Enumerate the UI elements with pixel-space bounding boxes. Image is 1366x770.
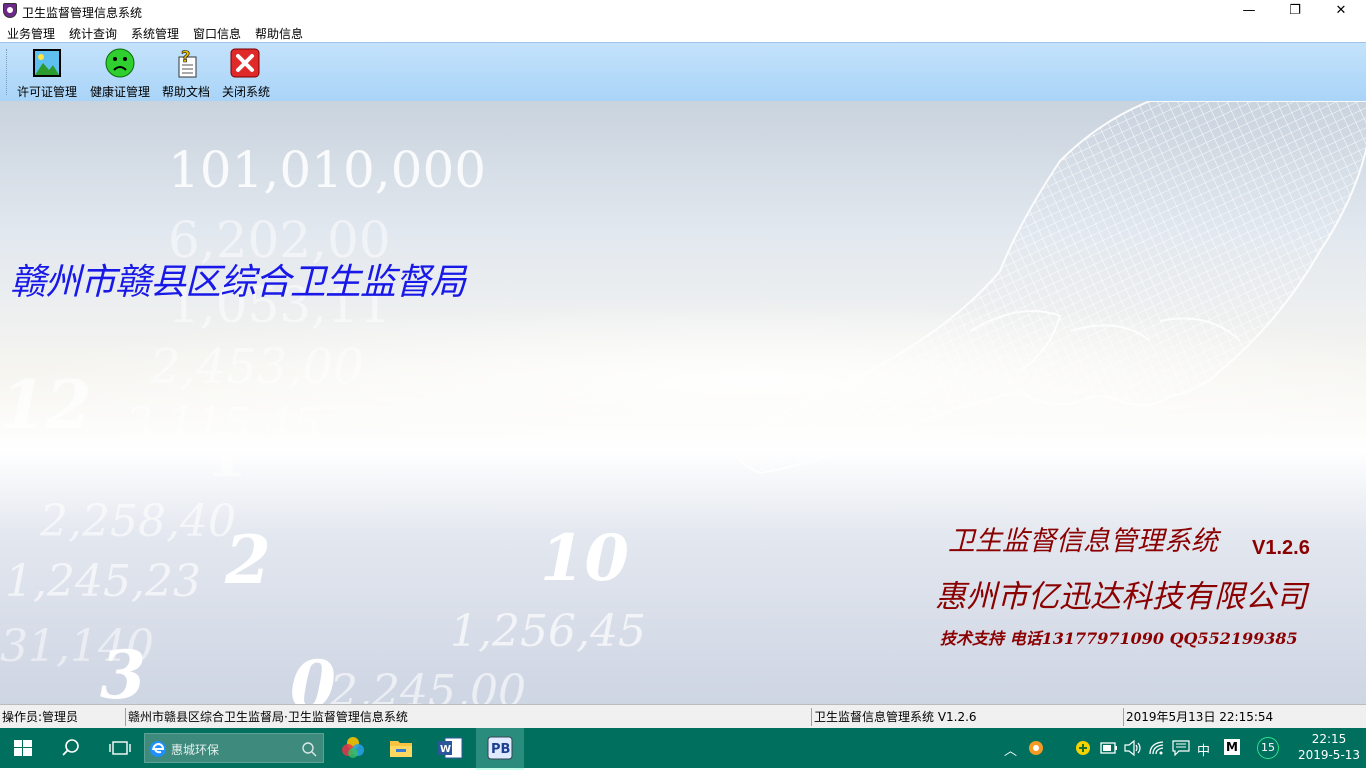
bg-number: 1,256,45 <box>450 606 646 657</box>
menu-help[interactable]: 帮助信息 <box>255 25 303 42</box>
bg-number: 2,258,40 <box>40 496 236 547</box>
status-system-version: 卫生监督信息管理系统 V1.2.6 <box>812 708 1124 726</box>
bg-number: 2,453,00 <box>150 339 364 395</box>
windows-start-icon[interactable] <box>14 740 32 756</box>
version-label: V1.2.6 <box>1252 537 1310 559</box>
license-management-label: 许可证管理 <box>16 85 77 99</box>
splash-background: 101,010,000 6,202,00 1,053,11 2,453,00 3… <box>0 101 1366 704</box>
close-system-button[interactable]: 关闭系统 <box>218 46 274 100</box>
organization-title: 赣州市赣县区综合卫生监督局 <box>10 262 466 303</box>
search-placeholder: 惠城环保 <box>171 743 220 757</box>
red-close-icon <box>230 48 260 78</box>
file-explorer-icon[interactable] <box>389 737 413 759</box>
toolbar-grip[interactable] <box>6 49 10 95</box>
search-icon <box>302 742 317 757</box>
taskbar-clock[interactable]: 22:15 2019-5-13 <box>1296 731 1362 763</box>
word-app-icon[interactable]: W <box>437 736 463 760</box>
menu-statistics[interactable]: 统计查询 <box>69 25 117 42</box>
bg-number: 1 <box>205 421 247 491</box>
sad-face-icon <box>105 48 135 78</box>
menu-business[interactable]: 业务管理 <box>7 25 55 42</box>
bg-number: 12 <box>0 366 92 444</box>
svg-text:W: W <box>440 744 451 755</box>
help-document-label: 帮助文档 <box>161 85 210 99</box>
health-certificate-button[interactable]: 健康证管理 <box>86 46 154 100</box>
notification-count-badge[interactable]: 15 <box>1257 737 1279 759</box>
show-hidden-icons-chevron[interactable]: ︿ <box>1004 740 1017 759</box>
status-bar: 操作员:管理员 赣州市赣县区综合卫生监督局·卫生监督管理信息系统 卫生监督信息管… <box>0 704 1366 729</box>
edge-browser-icon <box>150 741 166 757</box>
svg-text:?: ? <box>181 48 190 66</box>
menu-window[interactable]: 窗口信息 <box>193 25 241 42</box>
bg-number: 101,010,000 <box>168 141 487 199</box>
notification-message-icon[interactable] <box>1172 740 1190 756</box>
help-document-icon: ? <box>178 48 197 78</box>
close-system-label: 关闭系统 <box>221 85 270 99</box>
close-button[interactable]: ✕ <box>1318 0 1364 22</box>
license-management-button[interactable]: 许可证管理 <box>14 46 80 100</box>
technical-support: 技术支持 电话13177971090 QQ552199385 <box>940 629 1298 648</box>
color-wheel-app-icon[interactable] <box>341 736 365 760</box>
menu-bar: 业务管理 统计查询 系统管理 窗口信息 帮助信息 <box>0 22 1366 42</box>
status-org-system: 赣州市赣县区综合卫生监督局·卫生监督管理信息系统 <box>126 708 812 726</box>
battery-icon[interactable] <box>1100 741 1118 755</box>
svg-text:PB: PB <box>491 742 510 757</box>
menu-system[interactable]: 系统管理 <box>131 25 179 42</box>
search-icon[interactable] <box>62 739 80 757</box>
window-title: 卫生监督管理信息系统 <box>22 6 143 20</box>
minimize-button[interactable]: — <box>1226 0 1272 22</box>
status-operator: 操作员:管理员 <box>0 708 126 726</box>
title-bar: 卫生监督管理信息系统 — ❐ ✕ <box>0 0 1366 22</box>
plus-tray-icon[interactable] <box>1075 740 1091 756</box>
active-app-taskbar-item[interactable]: PB <box>476 728 524 770</box>
bg-number: 1,245,23 <box>5 556 201 607</box>
orange-tray-app-icon[interactable] <box>1028 740 1044 756</box>
bg-number: 10 <box>540 521 630 596</box>
toolbar: 许可证管理 健康证管理 ? 帮助文档 关闭系统 <box>0 42 1366 102</box>
ime-mode-indicator[interactable]: M <box>1224 739 1240 755</box>
bg-number: 2,245,00 <box>330 666 526 704</box>
clock-time: 22:15 <box>1311 732 1347 746</box>
wireframe-hand-graphic <box>736 101 1366 475</box>
restore-button[interactable]: ❐ <box>1272 0 1318 22</box>
speaker-volume-icon[interactable] <box>1124 740 1142 756</box>
landscape-picture-icon <box>33 49 61 77</box>
taskbar: 惠城环保 W PB ︿ 中 M 15 22:15 2019-5-13 <box>0 728 1366 770</box>
task-view-icon[interactable] <box>109 740 131 756</box>
ime-language-indicator[interactable]: 中 <box>1197 740 1210 759</box>
taskbar-search-box[interactable]: 惠城环保 <box>144 733 324 763</box>
wifi-network-icon[interactable] <box>1149 740 1167 756</box>
app-shield-icon <box>3 3 17 18</box>
health-certificate-label: 健康证管理 <box>89 85 150 99</box>
bg-number: 0 <box>290 646 336 704</box>
app-pb-icon: PB <box>487 736 513 760</box>
bg-number: 2 <box>225 521 271 599</box>
bg-number: 3 <box>100 636 146 704</box>
system-name: 卫生监督信息管理系统 <box>948 526 1218 557</box>
help-document-button[interactable]: ? 帮助文档 <box>158 46 214 100</box>
clock-date: 2019-5-13 <box>1297 748 1361 762</box>
status-datetime: 2019年5月13日 22:15:54 <box>1126 710 1274 724</box>
company-name: 惠州市亿迅达科技有限公司 <box>935 579 1307 615</box>
